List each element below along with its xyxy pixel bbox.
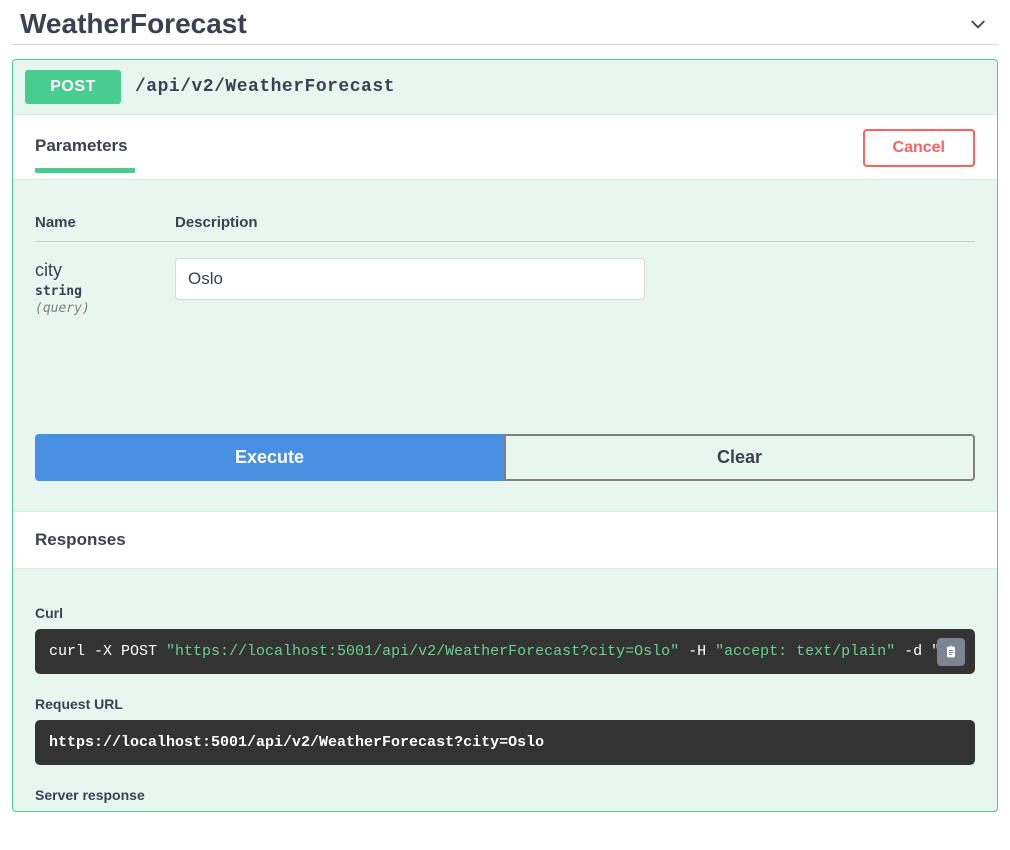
- curl-part1: curl -X POST: [49, 643, 166, 660]
- execute-button[interactable]: Execute: [35, 434, 504, 481]
- operation-path: /api/v2/WeatherForecast: [135, 77, 395, 97]
- section-title: WeatherForecast: [20, 8, 247, 40]
- curl-part3: -H: [679, 643, 715, 660]
- action-row: Execute Clear: [35, 434, 975, 481]
- parameters-bar: Parameters Cancel: [13, 114, 997, 180]
- param-in: (query): [35, 300, 175, 318]
- cancel-button[interactable]: Cancel: [863, 129, 975, 167]
- chevron-down-icon[interactable]: [966, 12, 990, 36]
- col-header-description: Description: [175, 214, 258, 231]
- operation-summary[interactable]: POST /api/v2/WeatherForecast: [13, 60, 997, 114]
- responses-title: Responses: [35, 530, 126, 549]
- request-url-box: https://localhost:5001/api/v2/WeatherFor…: [35, 720, 975, 765]
- curl-part2: "https://localhost:5001/api/v2/WeatherFo…: [166, 643, 679, 660]
- operation-block: POST /api/v2/WeatherForecast Parameters …: [12, 59, 998, 812]
- param-type: string: [35, 283, 175, 301]
- request-url-text: https://localhost:5001/api/v2/WeatherFor…: [49, 734, 544, 751]
- param-row: city string (query): [35, 242, 975, 334]
- server-response-label: Server response: [35, 787, 975, 803]
- col-header-name: Name: [35, 214, 175, 231]
- section-header[interactable]: WeatherForecast: [12, 0, 998, 45]
- clipboard-icon[interactable]: [937, 638, 965, 666]
- curl-codebox: curl -X POST "https://localhost:5001/api…: [35, 629, 975, 675]
- tab-parameters[interactable]: Parameters: [35, 136, 128, 170]
- clear-button[interactable]: Clear: [504, 434, 975, 481]
- param-name: city: [35, 260, 62, 280]
- param-city-input[interactable]: [175, 258, 645, 300]
- responses-bar: Responses: [13, 511, 997, 569]
- parameters-area: Name Description city string (query): [13, 180, 997, 374]
- curl-label: Curl: [35, 605, 975, 621]
- request-url-label: Request URL: [35, 696, 975, 712]
- param-table-head: Name Description: [35, 194, 975, 242]
- method-badge: POST: [25, 70, 121, 104]
- curl-part4: "accept: text/plain": [715, 643, 895, 660]
- responses-body: Curl curl -X POST "https://localhost:500…: [13, 569, 997, 804]
